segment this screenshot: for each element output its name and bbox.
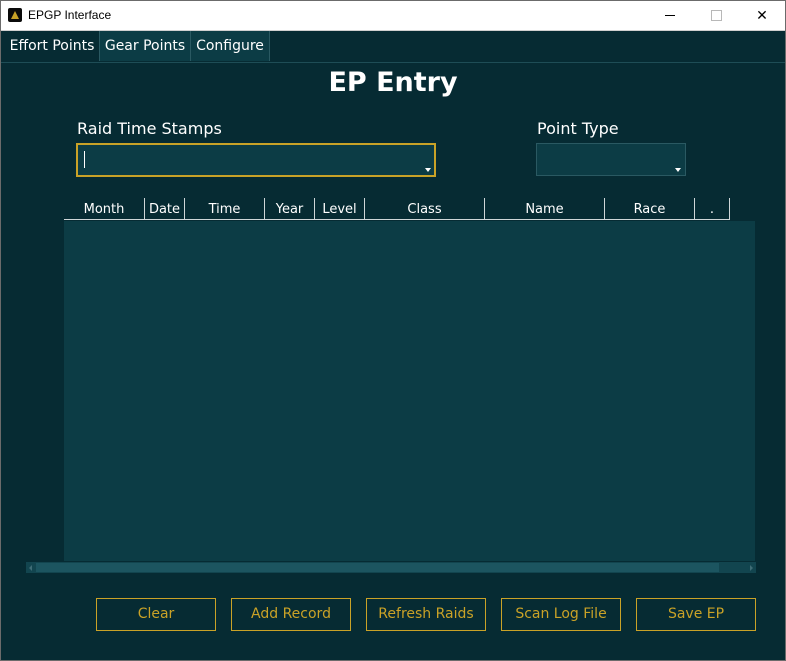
window-title: EPGP Interface xyxy=(28,8,112,22)
tab-effort-points[interactable]: Effort Points xyxy=(5,31,100,61)
scroll-left-icon[interactable] xyxy=(29,565,32,571)
column-header-date[interactable]: Date xyxy=(145,198,185,220)
app-logo-icon xyxy=(8,8,22,22)
column-header-class[interactable]: Class xyxy=(365,198,485,220)
column-header-name[interactable]: Name xyxy=(485,198,605,220)
text-cursor xyxy=(84,151,85,168)
page-title: EP Entry xyxy=(328,67,458,98)
close-icon: ✕ xyxy=(756,7,768,24)
clear-button[interactable]: Clear xyxy=(96,598,216,631)
point-type-dropdown[interactable] xyxy=(536,143,686,176)
tab-gear-points[interactable]: Gear Points xyxy=(100,31,191,61)
column-header-month[interactable]: Month xyxy=(64,198,145,220)
chevron-down-icon xyxy=(675,168,681,172)
add-record-button[interactable]: Add Record xyxy=(231,598,351,631)
column-header-year[interactable]: Year xyxy=(265,198,315,220)
horizontal-scrollbar[interactable] xyxy=(26,562,756,573)
raid-time-stamps-dropdown[interactable] xyxy=(76,143,436,177)
app-window: EPGP Interface ✕ Effort Points Gear Poin… xyxy=(0,0,786,661)
maximize-icon xyxy=(710,10,722,21)
column-header-extra[interactable]: . xyxy=(695,198,730,220)
minimize-button[interactable] xyxy=(647,1,693,30)
table-header: Month Date Time Year Level Class Name Ra… xyxy=(64,198,730,220)
point-type-label: Point Type xyxy=(537,119,619,138)
minimize-icon xyxy=(665,15,675,16)
raid-time-stamps-label: Raid Time Stamps xyxy=(77,119,222,138)
save-ep-button[interactable]: Save EP xyxy=(636,598,756,631)
maximize-button[interactable] xyxy=(693,1,739,30)
close-button[interactable]: ✕ xyxy=(739,1,785,30)
scrollbar-thumb[interactable] xyxy=(36,563,719,572)
title-bar[interactable]: EPGP Interface ✕ xyxy=(1,1,785,31)
column-header-race[interactable]: Race xyxy=(605,198,695,220)
records-table-body[interactable] xyxy=(64,221,755,561)
refresh-raids-button[interactable]: Refresh Raids xyxy=(366,598,486,631)
column-header-time[interactable]: Time xyxy=(185,198,265,220)
scan-log-file-button[interactable]: Scan Log File xyxy=(501,598,621,631)
tab-bar: Effort Points Gear Points Configure xyxy=(1,31,785,63)
chevron-down-icon xyxy=(425,168,431,172)
scroll-right-icon[interactable] xyxy=(750,565,753,571)
column-header-level[interactable]: Level xyxy=(315,198,365,220)
tab-configure[interactable]: Configure xyxy=(191,31,270,61)
